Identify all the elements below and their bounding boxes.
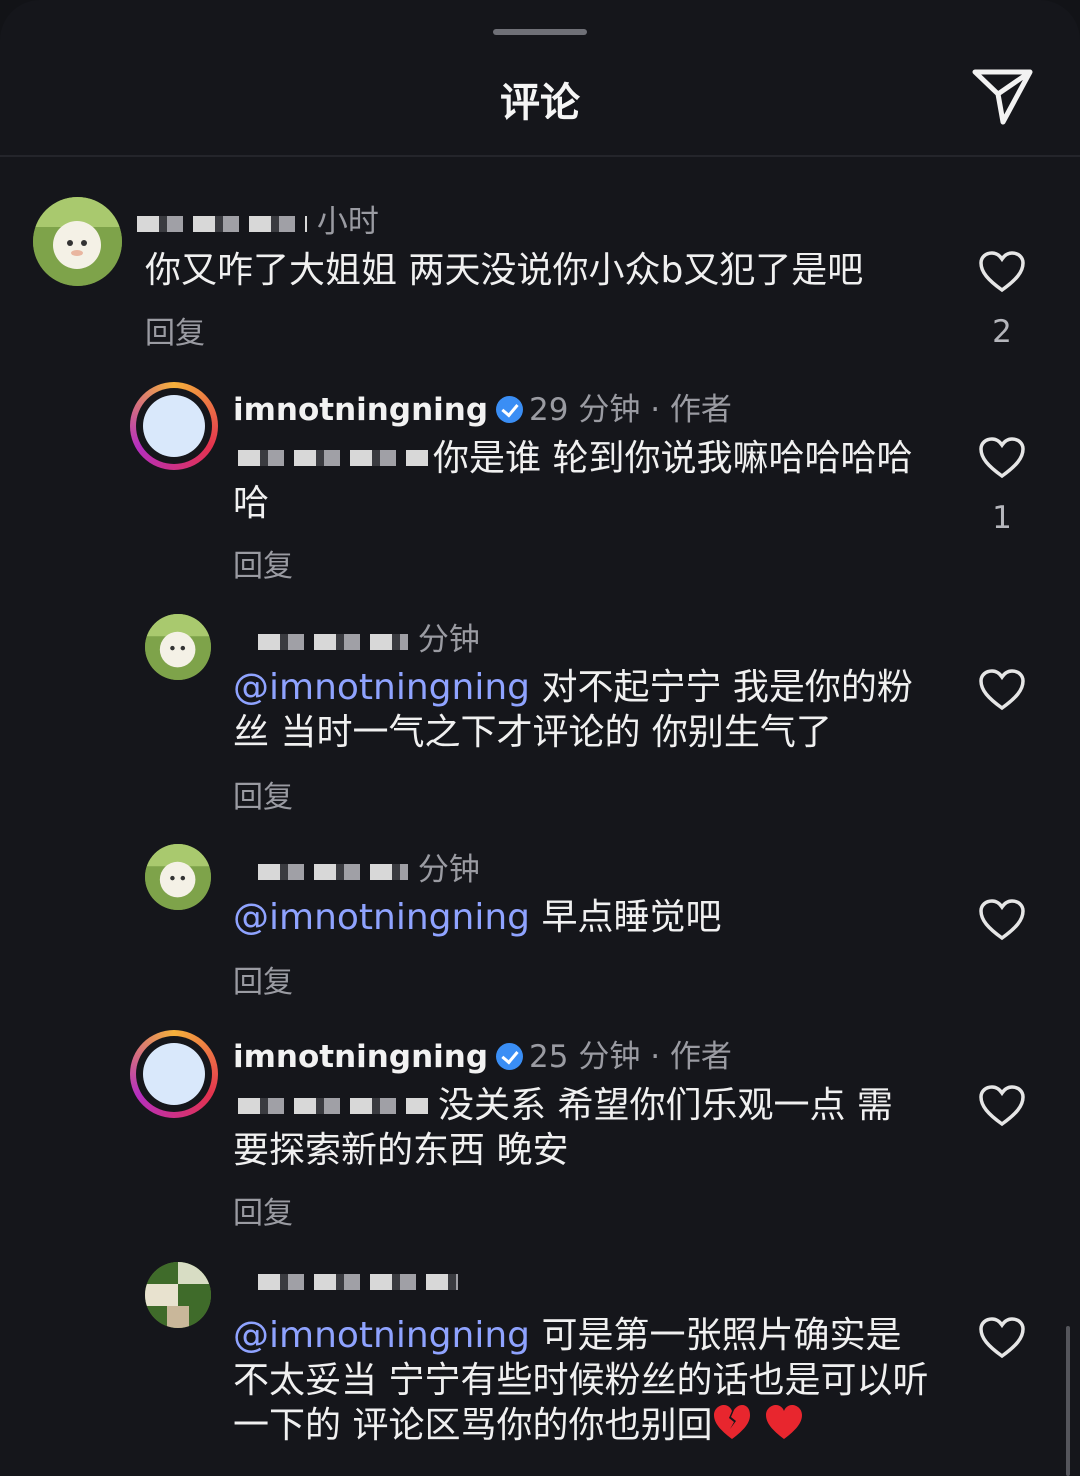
comment-time: 分钟 (417, 852, 480, 888)
reply-button[interactable]: 回复 (233, 1188, 293, 1232)
sheep-avatar-image (145, 844, 211, 910)
reply-button[interactable]: 回复 (233, 957, 293, 1001)
author-tag: 作者 (669, 1039, 732, 1075)
comment-meta: 小时 (137, 196, 379, 241)
heart-icon[interactable] (978, 436, 1026, 480)
username-redacted[interactable] (258, 1273, 458, 1290)
comment-text: @imnotningning 可是第一张照片确实是不太妥当 宁宁有些时候粉丝的话… (233, 1313, 933, 1448)
avatar[interactable] (145, 614, 211, 680)
verified-badge-icon (496, 396, 524, 423)
sheep-avatar-image (33, 197, 122, 286)
heart-icon[interactable] (978, 1084, 1026, 1128)
drag-handle[interactable] (493, 29, 587, 35)
comment-text: 你又咋了大姐姐 两天没说你小众b又犯了是吧 (145, 250, 864, 291)
heart-icon[interactable] (978, 898, 1026, 942)
mention-link[interactable]: @imnotningning (233, 667, 530, 708)
avatar[interactable] (130, 382, 218, 470)
avatar[interactable] (33, 197, 122, 286)
mention-redacted[interactable] (238, 1098, 428, 1114)
comment-text: @imnotningning 早点睡觉吧 (233, 895, 923, 940)
author-tag: 作者 (669, 392, 732, 428)
reply-button[interactable]: 回复 (233, 772, 293, 816)
mention-redacted[interactable] (238, 450, 428, 466)
header-divider (0, 155, 1080, 157)
comment-meta: 分钟 (258, 614, 480, 659)
comment-text: @imnotningning 对不起宁宁 我是你的粉丝 当时一气之下才评论的 你… (233, 665, 923, 755)
comment-body: 早点睡觉吧 (541, 897, 722, 938)
comment-time: 小时 (316, 204, 379, 240)
avatar[interactable] (145, 1262, 211, 1328)
like-count: 1 (992, 500, 1012, 536)
avatar[interactable] (130, 1030, 218, 1118)
sheep-avatar-image (145, 614, 211, 680)
username[interactable]: imnotningning (233, 392, 488, 428)
comment-time: 分钟 (417, 622, 480, 658)
verified-badge-icon (496, 1043, 524, 1070)
heart-icon[interactable] (978, 1316, 1026, 1360)
comment-meta: 分钟 (258, 844, 480, 889)
comment-meta (258, 1262, 458, 1298)
scrollbar[interactable] (1066, 1326, 1070, 1476)
mention-link[interactable]: @imnotningning (233, 897, 530, 938)
comment-meta: imnotningning 25 分钟 · 作者 (233, 1039, 732, 1075)
comment-time: 29 分钟 (529, 392, 641, 428)
username-redacted[interactable] (258, 633, 408, 650)
heart-icon[interactable] (978, 250, 1026, 294)
username-redacted[interactable] (137, 215, 307, 232)
broken-heart-emoji (714, 1405, 751, 1439)
avatar[interactable] (145, 844, 211, 910)
reply-button[interactable]: 回复 (233, 541, 293, 585)
reply-button[interactable]: 回复 (145, 308, 205, 352)
like-count: 2 (992, 314, 1012, 350)
comment-meta: imnotningning 29 分钟 · 作者 (233, 392, 732, 428)
username[interactable]: imnotningning (233, 1039, 488, 1075)
heart-emoji (765, 1405, 802, 1439)
heart-icon[interactable] (978, 668, 1026, 712)
pixelated-avatar-image (145, 1262, 211, 1328)
comment-text: 没关系 希望你们乐观一点 需要探索新的东西 晚安 (233, 1083, 923, 1173)
mention-link[interactable]: @imnotningning (233, 1315, 530, 1356)
username-redacted[interactable] (258, 863, 408, 880)
send-icon[interactable] (970, 64, 1034, 128)
comment-time: 25 分钟 (529, 1039, 641, 1075)
sheet-title: 评论 (500, 80, 580, 126)
